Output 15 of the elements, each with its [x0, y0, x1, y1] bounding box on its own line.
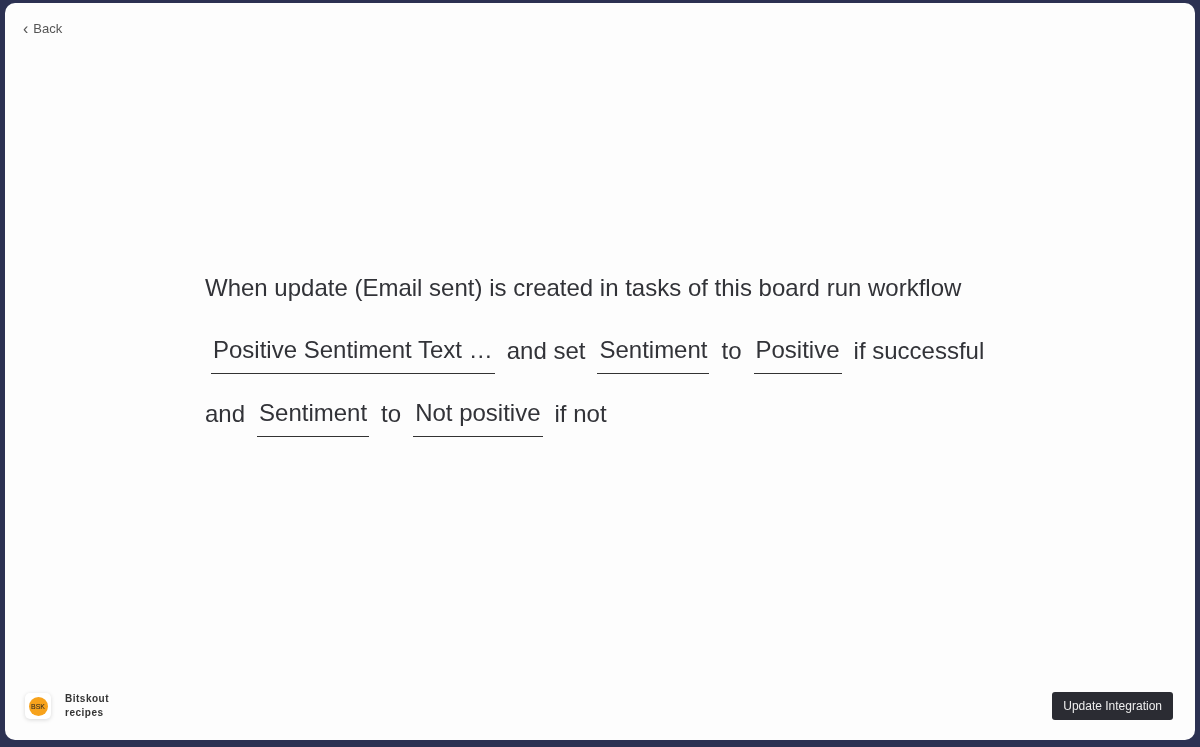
dropdown-field[interactable]: Sentiment	[257, 399, 370, 437]
sentence-text: and	[205, 400, 246, 429]
dropdown-field[interactable]: Sentiment	[597, 336, 710, 374]
sentence-text: When update (Email sent) is created in tasks of this board run workflow	[205, 274, 962, 303]
app-name: Bitskout recipes	[65, 692, 110, 720]
sentence-text: if successful	[853, 337, 985, 366]
sentence-text: to	[381, 400, 402, 429]
dropdown-field[interactable]: Not positive	[413, 399, 543, 437]
update-button[interactable]: Update Integration	[1052, 692, 1173, 720]
dropdown-field[interactable]: Positive	[753, 336, 842, 374]
sentence-text: to	[721, 337, 742, 366]
dropdown-field[interactable]: Positive Sentiment Text …	[211, 336, 495, 374]
sentence-text: and set	[506, 337, 586, 366]
sentence-text: if not	[554, 400, 607, 429]
back-button[interactable]: ‹ Back	[23, 21, 63, 36]
